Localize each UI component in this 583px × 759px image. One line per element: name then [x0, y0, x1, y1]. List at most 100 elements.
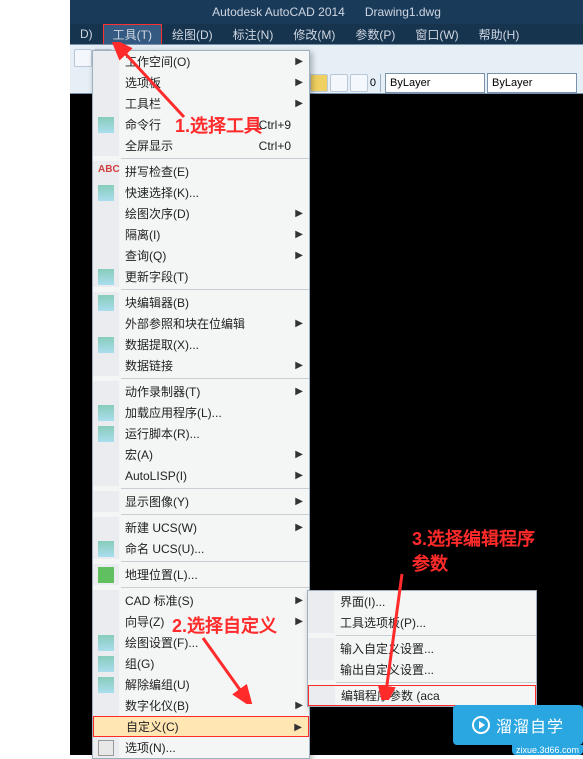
- menu-displayimage[interactable]: 显示图像(Y)▶: [93, 491, 309, 512]
- submenu-arrow-icon: ▶: [294, 722, 302, 733]
- menu-runscript[interactable]: 运行脚本(R)...: [93, 423, 309, 444]
- submenu-arrow-icon: ▶: [295, 77, 303, 88]
- submenu-arrow-icon: ▶: [295, 496, 303, 507]
- menu-group[interactable]: 组(G): [93, 653, 309, 674]
- menu-divider: [121, 158, 309, 159]
- menubar: D) 工具(T) 绘图(D) 标注(N) 修改(M) 参数(P) 窗口(W) 帮…: [70, 24, 583, 44]
- submenu-arrow-icon: ▶: [295, 318, 303, 329]
- menu-datalink[interactable]: 数据链接▶: [93, 355, 309, 376]
- options-icon: [98, 740, 114, 756]
- freeze-icon[interactable]: [350, 74, 368, 92]
- menu-ungroup[interactable]: 解除编组(U): [93, 674, 309, 695]
- menu-autolisp[interactable]: AutoLISP(I)▶: [93, 465, 309, 486]
- menu-newucs[interactable]: 新建 UCS(W)▶: [93, 517, 309, 538]
- watermark-logo: 溜溜自学: [453, 705, 583, 745]
- toolbar-icon[interactable]: [74, 49, 92, 67]
- menu-actionrecorder[interactable]: 动作录制器(T)▶: [93, 381, 309, 402]
- appload-icon: [98, 405, 114, 421]
- lock-icon[interactable]: [330, 74, 348, 92]
- menu-digitizer[interactable]: 数字化仪(B)▶: [93, 695, 309, 716]
- submenu-arrow-icon: ▶: [295, 98, 303, 109]
- dsettings-icon: [98, 635, 114, 651]
- titlebar: Autodesk AutoCAD 2014 Drawing1.dwg: [70, 0, 583, 24]
- menu-customize[interactable]: 自定义(C)▶: [93, 716, 309, 737]
- file-name: Drawing1.dwg: [365, 5, 441, 19]
- customize-submenu: 界面(I)... 工具选项板(P)... 输入自定义设置... 输出自定义设置.…: [307, 590, 537, 707]
- quickselect-icon: [98, 185, 114, 201]
- menu-drawsettings[interactable]: 绘图设置(F)...: [93, 632, 309, 653]
- submenu-arrow-icon: ▶: [295, 386, 303, 397]
- menu-window[interactable]: 窗口(W): [405, 24, 468, 45]
- submenu-arrow-icon: ▶: [295, 616, 303, 627]
- cmdline-icon: [98, 117, 114, 133]
- menu-macro[interactable]: 宏(A)▶: [93, 444, 309, 465]
- submenu-divider: [336, 635, 536, 636]
- menu-divider: [121, 561, 309, 562]
- submenu-export[interactable]: 输出自定义设置...: [308, 659, 536, 680]
- submenu-import[interactable]: 输入自定义设置...: [308, 638, 536, 659]
- menu-appload[interactable]: 加载应用程序(L)...: [93, 402, 309, 423]
- menu-dimension[interactable]: 标注(N): [223, 24, 284, 45]
- menu-draworder[interactable]: 绘图次序(D)▶: [93, 203, 309, 224]
- submenu-arrow-icon: ▶: [295, 250, 303, 261]
- dataextract-icon: [98, 337, 114, 353]
- geo-icon: [98, 567, 114, 583]
- menu-isolate[interactable]: 隔离(I)▶: [93, 224, 309, 245]
- field-icon: [98, 269, 114, 285]
- menu-toolbar[interactable]: 工具栏▶: [93, 93, 309, 114]
- submenu-divider: [336, 682, 536, 683]
- menu-cadstandards[interactable]: CAD 标准(S)▶: [93, 590, 309, 611]
- play-icon: [472, 716, 490, 734]
- layer-color-combo[interactable]: ByLayer: [385, 73, 485, 93]
- app-name: Autodesk AutoCAD 2014: [212, 5, 345, 19]
- submenu-arrow-icon: ▶: [295, 700, 303, 711]
- watermark-brand: 溜溜自学: [496, 713, 564, 737]
- submenu-arrow-icon: ▶: [295, 522, 303, 533]
- ungroup-icon: [98, 677, 114, 693]
- menu-xref[interactable]: 外部参照和块在位编辑▶: [93, 313, 309, 334]
- page-left-margin: [0, 0, 70, 755]
- submenu-arrow-icon: ▶: [295, 360, 303, 371]
- layer-linetype-combo[interactable]: ByLayer: [487, 73, 577, 93]
- menu-workspace[interactable]: 工作空间(O)▶: [93, 51, 309, 72]
- ucs-icon: [98, 541, 114, 557]
- group-icon: [98, 656, 114, 672]
- menu-blockeditor[interactable]: 块编辑器(B): [93, 292, 309, 313]
- layer-zero: 0: [370, 77, 376, 89]
- script-icon: [98, 426, 114, 442]
- bulb-icon[interactable]: [310, 74, 328, 92]
- menu-prev-fragment[interactable]: D): [70, 25, 103, 43]
- menu-quickselect[interactable]: 快速选择(K)...: [93, 182, 309, 203]
- menu-query[interactable]: 查询(Q)▶: [93, 245, 309, 266]
- submenu-edit-params[interactable]: 编辑程序参数 (aca: [308, 685, 536, 706]
- menu-divider: [121, 514, 309, 515]
- block-icon: [98, 295, 114, 311]
- menu-wizard[interactable]: 向导(Z)▶: [93, 611, 309, 632]
- menu-updatefield[interactable]: 更新字段(T): [93, 266, 309, 287]
- menu-modify[interactable]: 修改(M): [283, 24, 345, 45]
- submenu-arrow-icon: ▶: [295, 208, 303, 219]
- menu-palette[interactable]: 选项板▶: [93, 72, 309, 93]
- submenu-arrow-icon: ▶: [295, 56, 303, 67]
- menu-fullscreen[interactable]: 全屏显示Ctrl+0: [93, 135, 309, 156]
- menu-dataextract[interactable]: 数据提取(X)...: [93, 334, 309, 355]
- spellcheck-icon: ABC: [98, 164, 114, 180]
- submenu-arrow-icon: ▶: [295, 229, 303, 240]
- menu-divider: [121, 378, 309, 379]
- menu-spellcheck[interactable]: ABC拼写检查(E): [93, 161, 309, 182]
- submenu-arrow-icon: ▶: [295, 470, 303, 481]
- submenu-palette[interactable]: 工具选项板(P)...: [308, 612, 536, 633]
- menu-tools[interactable]: 工具(T): [103, 24, 162, 45]
- menu-help[interactable]: 帮助(H): [469, 24, 530, 45]
- menu-divider: [121, 289, 309, 290]
- menu-divider: [121, 488, 309, 489]
- menu-geolocation[interactable]: 地理位置(L)...: [93, 564, 309, 585]
- menu-params[interactable]: 参数(P): [345, 24, 405, 45]
- menu-namedusc[interactable]: 命名 UCS(U)...: [93, 538, 309, 559]
- submenu-interface[interactable]: 界面(I)...: [308, 591, 536, 612]
- menu-divider: [121, 587, 309, 588]
- watermark-url: zixue.3d66.com: [512, 745, 583, 755]
- menu-draw[interactable]: 绘图(D): [162, 24, 223, 45]
- toolbar-separator: [380, 74, 381, 92]
- menu-commandline[interactable]: 命令行Ctrl+9: [93, 114, 309, 135]
